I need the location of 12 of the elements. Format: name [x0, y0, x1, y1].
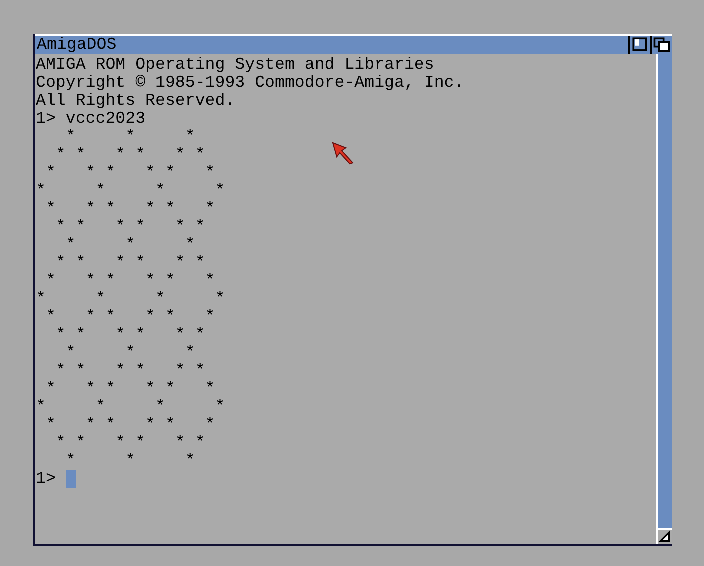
window-title: AmigaDOS	[36, 36, 117, 54]
resize-icon[interactable]	[658, 528, 672, 544]
console-line: Copyright © 1985-1993 Commodore-Amiga, Inc.	[36, 74, 464, 92]
depth-icon[interactable]	[650, 36, 672, 54]
console-line: AMIGA ROM Operating System and Libraries	[36, 56, 434, 74]
zoom-icon[interactable]	[628, 36, 650, 54]
ascii-art-pattern: * * * * * * * * * * * * * * * * * * * * * * * * * * * * * * * * * * * * * * * * * * * * * * * * * * * * * * * * * * * * * * * * * * * * * * * * * * * * * * * * * * * * * * * * * * * * * * * *	[36, 128, 226, 470]
console-line: 1> vccc2023	[36, 110, 146, 128]
scrollbar[interactable]	[658, 54, 672, 528]
console-line: All Rights Reserved.	[36, 92, 236, 110]
prompt: 1>	[36, 470, 56, 488]
mouse-pointer-icon	[332, 142, 356, 166]
